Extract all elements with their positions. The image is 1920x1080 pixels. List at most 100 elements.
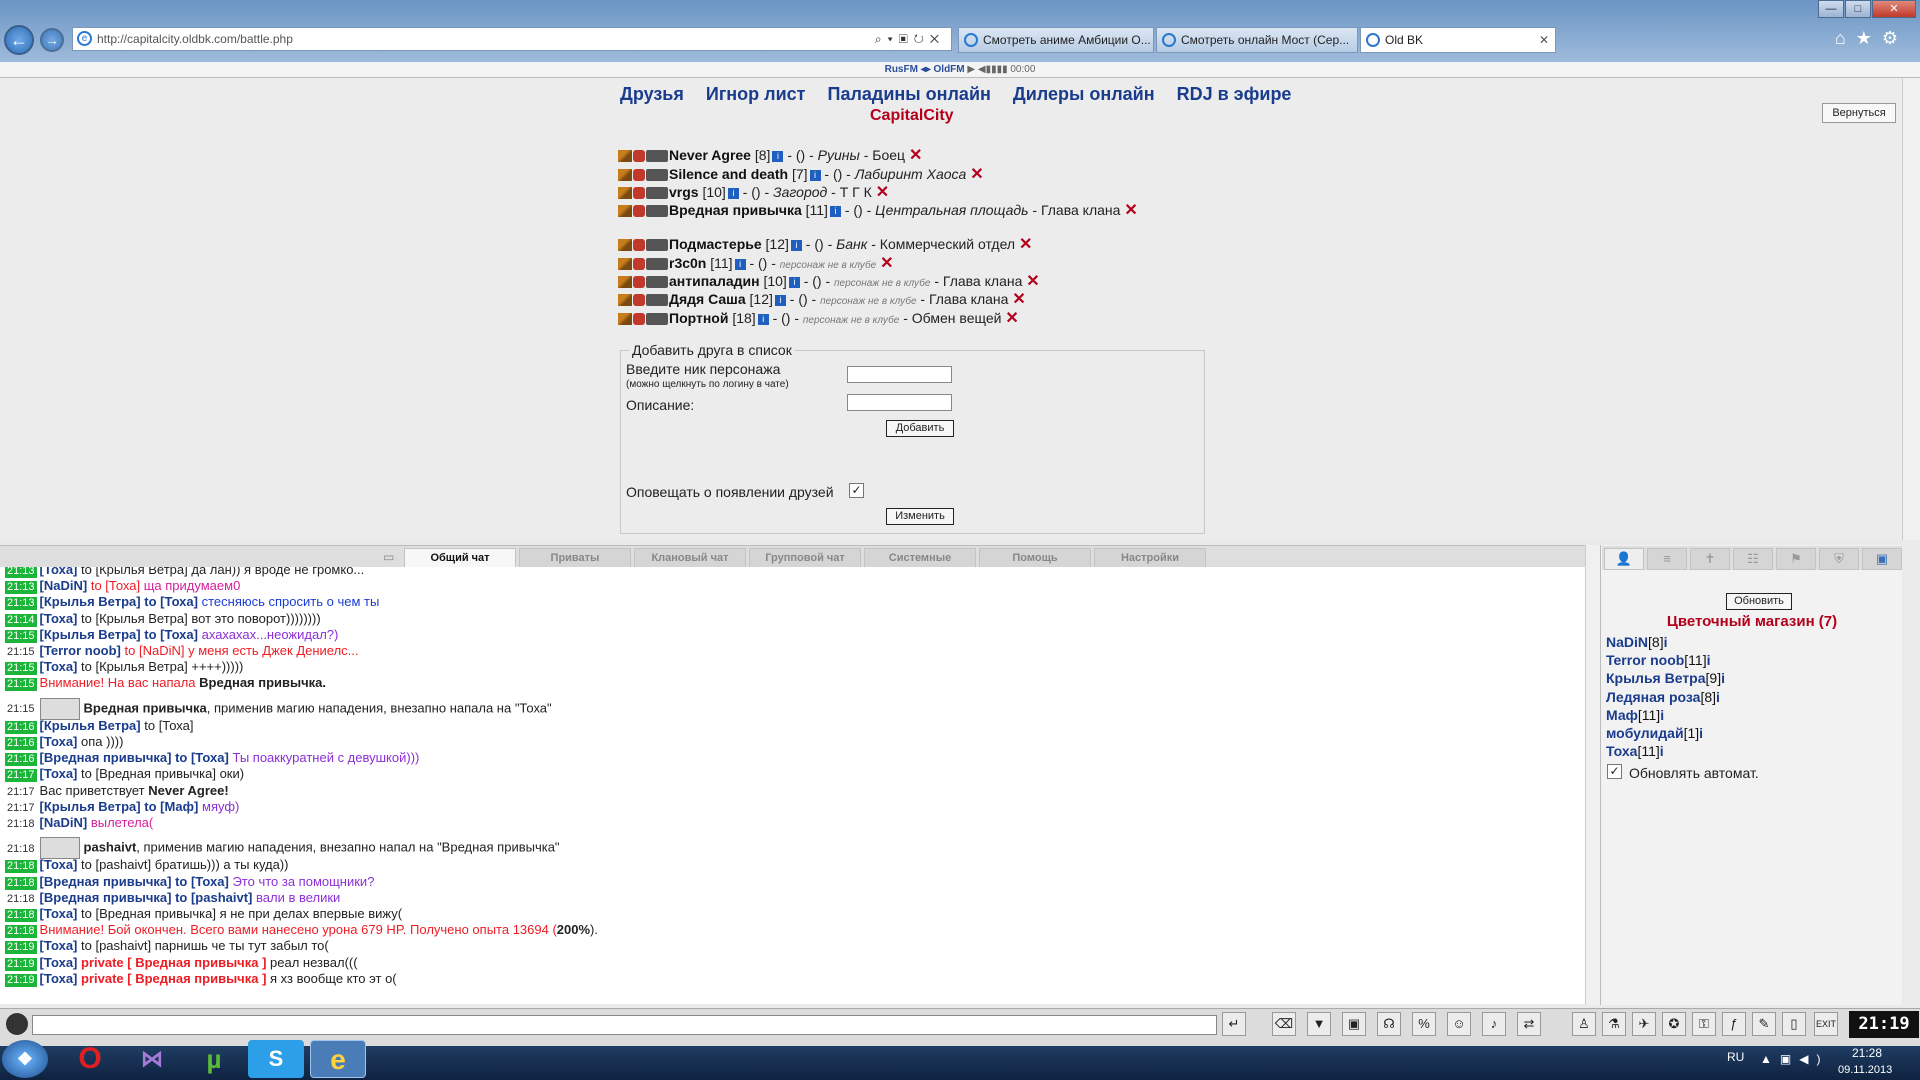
info-icon[interactable]: i: [1660, 707, 1664, 723]
user-nick[interactable]: Крылья Ветра: [1606, 670, 1706, 686]
medal-icon[interactable]: ✪: [1662, 1012, 1686, 1036]
visual-studio-icon[interactable]: ⋈: [124, 1040, 180, 1078]
info-icon[interactable]: i: [1721, 670, 1725, 686]
user-nick[interactable]: NaDiN: [1606, 634, 1648, 650]
chat-nick[interactable]: [NaDiN]: [40, 578, 88, 593]
chat-nick[interactable]: [Вредная привычка]: [40, 750, 172, 765]
chat-recipient[interactable]: to [pashaivt]: [175, 890, 252, 905]
potion-icon[interactable]: ⚗: [1602, 1012, 1626, 1036]
group-tab-icon[interactable]: ☷: [1733, 548, 1773, 570]
chat-nick[interactable]: [Вредная привычка]: [40, 874, 172, 889]
nick-input[interactable]: [847, 366, 952, 383]
swords-icon[interactable]: [618, 150, 632, 163]
info-icon[interactable]: i: [1716, 689, 1720, 705]
shield-tab-icon[interactable]: ⛨: [1819, 548, 1859, 570]
cross-tab-icon[interactable]: ✝: [1690, 548, 1730, 570]
nav-dealers[interactable]: Дилеры онлайн: [1013, 84, 1155, 104]
tab-privates[interactable]: Приваты: [519, 548, 631, 568]
chat-nick[interactable]: [Тоха]: [40, 857, 78, 872]
friend-nick[interactable]: vrgs: [669, 184, 699, 200]
tab-help[interactable]: Помощь: [979, 548, 1091, 568]
save-tab-icon[interactable]: ▣: [1862, 548, 1902, 570]
tab-settings[interactable]: Настройки: [1094, 548, 1206, 568]
percent-icon[interactable]: %: [1412, 1012, 1436, 1036]
swords-icon[interactable]: [618, 169, 632, 182]
chat-recipient[interactable]: to [Тоха]: [91, 578, 140, 593]
chat-recipient[interactable]: to [pashaivt]: [81, 938, 151, 953]
friend-nick[interactable]: Дядя Саша: [669, 291, 746, 307]
swords-icon[interactable]: [618, 205, 632, 218]
sound-icon[interactable]: ♪: [1482, 1012, 1506, 1036]
chat-recipient[interactable]: to [Вредная привычка]: [81, 906, 216, 921]
browser-tab-3[interactable]: Old BK ✕: [1360, 27, 1556, 53]
chat-nick[interactable]: [Тоха]: [40, 659, 78, 674]
info-icon[interactable]: i: [1707, 652, 1711, 668]
language-indicator[interactable]: RU: [1727, 1050, 1744, 1064]
notify-checkbox[interactable]: ✓: [849, 483, 864, 498]
chat-recipient[interactable]: to [Тоха]: [144, 627, 198, 642]
save-log-icon[interactable]: ▣: [1342, 1012, 1366, 1036]
favorites-star-icon[interactable]: ★: [1856, 28, 1882, 48]
run-icon[interactable]: ☊: [1377, 1012, 1401, 1036]
friend-nick[interactable]: Never Agree: [669, 147, 751, 163]
volume-icon[interactable]: ◀▮▮▮▮: [978, 64, 1008, 75]
chat-nick[interactable]: [Тоха]: [40, 971, 78, 986]
swords-icon[interactable]: [618, 258, 632, 271]
play-icon[interactable]: ▶: [967, 64, 975, 75]
chat-recipient[interactable]: to [Вредная привычка]: [81, 766, 216, 781]
browser-tab-2[interactable]: Смотреть онлайн Мост (Сер...: [1156, 27, 1358, 53]
opera-icon[interactable]: O: [62, 1040, 118, 1078]
remove-icon[interactable]: ✕: [880, 255, 893, 272]
swords-icon[interactable]: [618, 239, 632, 252]
remove-icon[interactable]: ✕: [1026, 273, 1039, 290]
attacker-nick[interactable]: Вредная привычка: [84, 700, 207, 715]
refresh-button[interactable]: Обновить: [1726, 593, 1792, 610]
add-button[interactable]: Добавить: [886, 420, 954, 437]
chat-nick[interactable]: [Тоха]: [40, 938, 78, 953]
radio-station[interactable]: RusFM ◂▸ OldFM: [885, 64, 965, 75]
back-arrow-icon[interactable]: ←: [4, 25, 34, 55]
home-icon[interactable]: ⌂: [1835, 28, 1856, 48]
close-window-button[interactable]: ✕: [1872, 0, 1916, 18]
info-icon[interactable]: i: [774, 294, 786, 306]
chat-recipient[interactable]: private [ Вредная привычка ]: [81, 971, 266, 986]
chat-recipient[interactable]: to [Тоха]: [175, 750, 229, 765]
user-nick[interactable]: Terror noob: [1606, 652, 1684, 668]
chat-recipient[interactable]: to [Крылья Ветра]: [81, 567, 188, 577]
friend-nick[interactable]: Вредная привычка: [669, 202, 802, 218]
minimize-button[interactable]: —: [1818, 0, 1844, 18]
chat-nick[interactable]: [Тоха]: [40, 567, 78, 577]
address-actions-icon[interactable]: ⌕▾▣↻✕: [875, 28, 945, 50]
change-button[interactable]: Изменить: [886, 508, 954, 525]
info-icon[interactable]: i: [734, 258, 746, 270]
close-tab-icon[interactable]: ✕: [1539, 28, 1549, 52]
user-nick[interactable]: мобулидай: [1606, 725, 1684, 741]
friend-nick[interactable]: Портной: [669, 310, 728, 326]
main-scrollbar[interactable]: [1902, 78, 1920, 540]
tab-clan-chat[interactable]: Клановый чат: [634, 548, 746, 568]
info-icon[interactable]: i: [788, 276, 800, 288]
quill-f-icon[interactable]: ƒ: [1722, 1012, 1746, 1036]
remove-icon[interactable]: ✕: [909, 147, 922, 164]
figure-icon[interactable]: ♙: [1572, 1012, 1596, 1036]
friend-nick[interactable]: антипаладин: [669, 273, 760, 289]
description-input[interactable]: [847, 394, 952, 411]
chest-icon[interactable]: ⚿: [1692, 1012, 1716, 1036]
back-button[interactable]: Вернуться: [1822, 103, 1896, 123]
avatar[interactable]: [39, 837, 80, 860]
chat-nick[interactable]: [Крылья Ветра]: [40, 594, 141, 609]
chat-nick[interactable]: [Крылья Ветра]: [40, 718, 141, 733]
chat-recipient[interactable]: private [ Вредная привычка ]: [81, 955, 266, 970]
chat-nick[interactable]: [Крылья Ветра]: [40, 799, 141, 814]
maximize-button[interactable]: □: [1845, 0, 1871, 18]
pen-icon[interactable]: ✎: [1752, 1012, 1776, 1036]
chat-nick[interactable]: [Тоха]: [40, 906, 78, 921]
exit-icon[interactable]: EXIT: [1814, 1012, 1838, 1036]
remove-icon[interactable]: ✕: [1124, 202, 1137, 219]
info-icon[interactable]: i: [829, 205, 841, 217]
smile-icon[interactable]: ☺: [1447, 1012, 1471, 1036]
chat-recipient[interactable]: to [NaDiN]: [125, 643, 185, 658]
remove-icon[interactable]: ✕: [876, 184, 889, 201]
friend-nick[interactable]: Silence and death: [669, 166, 788, 182]
flag-tab-icon[interactable]: ⚑: [1776, 548, 1816, 570]
